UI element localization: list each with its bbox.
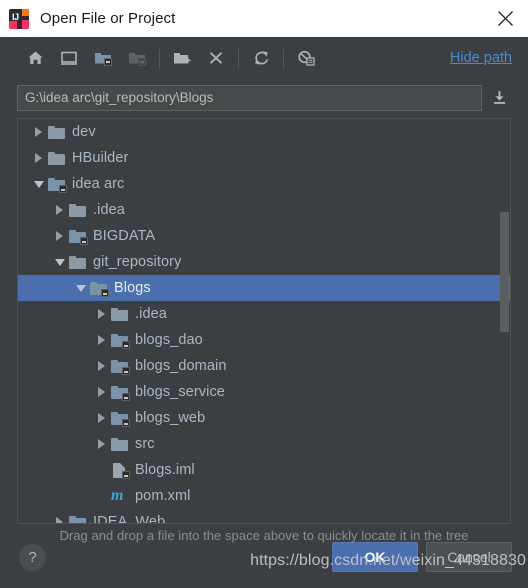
directory-tree[interactable]: dev HBuilder idea arc .idea BIGDATA git_repos…: [18, 119, 510, 523]
tree-row[interactable]: dev: [18, 119, 510, 145]
tree-row[interactable]: BIGDATA: [18, 223, 510, 249]
path-row: [0, 79, 528, 116]
module-folder-icon: [110, 410, 130, 427]
tree-row[interactable]: blogs_service: [18, 379, 510, 405]
new-folder-icon[interactable]: [165, 43, 199, 73]
chevron-right-icon[interactable]: [93, 439, 110, 449]
tree-row-label: IDEA_Web: [93, 514, 166, 523]
chevron-right-icon[interactable]: [93, 335, 110, 345]
tree-row-label: blogs_domain: [135, 358, 227, 374]
tree-row[interactable]: IDEA_Web: [18, 509, 510, 523]
close-icon[interactable]: [482, 0, 528, 37]
maven-file-icon: m: [111, 487, 124, 504]
chevron-right-icon[interactable]: [51, 231, 68, 241]
desktop-icon[interactable]: [52, 43, 86, 73]
tree-row[interactable]: HBuilder: [18, 145, 510, 171]
tree-row-label: pom.xml: [135, 488, 191, 504]
toolbar-separator: [238, 48, 239, 68]
scrollbar-thumb[interactable]: [500, 212, 509, 332]
chevron-right-icon[interactable]: [30, 127, 47, 137]
home-icon[interactable]: [18, 43, 52, 73]
tree-row[interactable]: src: [18, 431, 510, 457]
hide-path-link[interactable]: Hide path: [450, 50, 512, 66]
folder-icon: [68, 202, 88, 218]
project-folder-icon[interactable]: [86, 43, 120, 73]
tree-row-label: blogs_dao: [135, 332, 203, 348]
tree-row-label: blogs_service: [135, 384, 225, 400]
folder-icon: [68, 254, 88, 270]
cancel-button[interactable]: Cancel: [426, 542, 512, 572]
module-folder-icon: [89, 280, 109, 297]
module-folder-icon: [68, 228, 88, 245]
directory-tree-panel[interactable]: dev HBuilder idea arc .idea BIGDATA git_repos…: [17, 118, 511, 524]
folder-icon: [110, 306, 130, 322]
folder-icon: [110, 436, 130, 452]
tree-row-label: blogs_web: [135, 410, 206, 426]
chevron-down-icon[interactable]: [51, 258, 68, 266]
chevron-down-icon[interactable]: [30, 180, 47, 188]
chevron-right-icon[interactable]: [93, 413, 110, 423]
chevron-down-icon[interactable]: [72, 284, 89, 292]
tree-row-label: BIGDATA: [93, 228, 156, 244]
folder-icon: [47, 150, 67, 166]
module-folder-icon: [68, 514, 88, 523]
tree-row-label: .idea: [135, 306, 167, 322]
tree-row-label: dev: [72, 124, 96, 140]
toolbar-separator: [159, 48, 160, 68]
tree-row[interactable]: .idea: [18, 197, 510, 223]
module-folder-icon: [110, 332, 130, 349]
intellij-idea-logo-icon: IJ: [9, 8, 29, 29]
module-folder-icon: [110, 358, 130, 375]
tree-row-label: src: [135, 436, 155, 452]
folder-icon: [47, 124, 67, 140]
chevron-right-icon[interactable]: [93, 361, 110, 371]
tree-row[interactable]: blogs_dao: [18, 327, 510, 353]
tree-row-label: HBuilder: [72, 150, 129, 166]
window-title: Open File or Project: [40, 10, 176, 27]
refresh-icon[interactable]: [244, 43, 278, 73]
tree-row[interactable]: .idea: [18, 301, 510, 327]
download-icon[interactable]: [484, 85, 514, 111]
file-chooser-toolbar: Hide path: [0, 37, 528, 79]
window-titlebar: IJ Open File or Project: [0, 0, 528, 37]
module-folder-icon: [110, 384, 130, 401]
tree-row-label: git_repository: [93, 254, 182, 270]
path-input[interactable]: [17, 84, 482, 111]
chevron-right-icon[interactable]: [51, 517, 68, 523]
tree-row[interactable]: blogs_domain: [18, 353, 510, 379]
module-folder-icon: [120, 43, 154, 73]
chevron-right-icon[interactable]: [30, 153, 47, 163]
tree-row[interactable]: Blogs: [18, 275, 510, 301]
module-file-icon: [110, 462, 130, 479]
toolbar-separator: [283, 48, 284, 68]
dialog-footer: ? OK Cancel https://blog.csdn.net/weixin…: [0, 526, 528, 588]
ok-button[interactable]: OK: [332, 542, 418, 572]
tree-row-label: idea arc: [72, 176, 125, 192]
tree-row-label: .idea: [93, 202, 125, 218]
tree-row[interactable]: blogs_web: [18, 405, 510, 431]
show-hidden-icon[interactable]: [289, 43, 323, 73]
tree-row[interactable]: git_repository: [18, 249, 510, 275]
module-folder-icon: [47, 176, 67, 193]
chevron-right-icon[interactable]: [51, 205, 68, 215]
tree-row[interactable]: Blogs.iml: [18, 457, 510, 483]
tree-row[interactable]: idea arc: [18, 171, 510, 197]
chevron-right-icon[interactable]: [93, 309, 110, 319]
help-button[interactable]: ?: [19, 543, 46, 571]
tree-row-label: Blogs.iml: [135, 462, 195, 478]
tree-row-label: Blogs: [114, 280, 151, 296]
delete-icon[interactable]: [199, 43, 233, 73]
tree-row[interactable]: m pom.xml: [18, 483, 510, 509]
chevron-right-icon[interactable]: [93, 387, 110, 397]
tree-vertical-scrollbar[interactable]: [500, 120, 509, 522]
